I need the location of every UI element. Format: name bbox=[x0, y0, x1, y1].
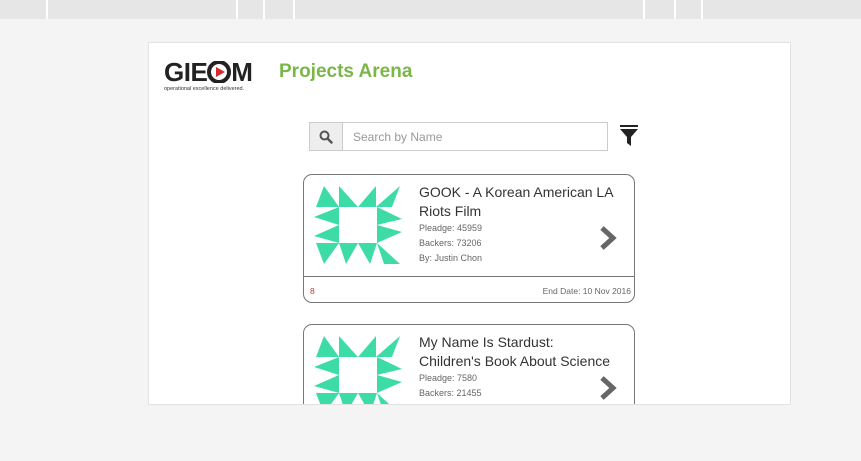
project-pledge: Pleadge: 45959 bbox=[419, 223, 483, 233]
search-input[interactable] bbox=[343, 123, 607, 150]
logo-play-icon bbox=[207, 61, 232, 83]
search-bar bbox=[309, 122, 608, 151]
project-pledge: Pleadge: 7580 bbox=[419, 373, 478, 383]
project-author: By: Justin Chon bbox=[419, 253, 483, 263]
top-bar-divider bbox=[643, 0, 645, 19]
project-thumbnail bbox=[314, 186, 402, 264]
search-icon[interactable] bbox=[310, 123, 343, 150]
top-bar-divider bbox=[293, 0, 295, 19]
top-bar-divider bbox=[701, 0, 703, 19]
chevron-right-icon[interactable] bbox=[599, 225, 617, 251]
project-end-date: End Date: 10 Nov 2016 bbox=[542, 286, 631, 296]
card-divider bbox=[304, 276, 634, 277]
project-backers: Backers: 21455 bbox=[419, 388, 482, 398]
top-bar-divider bbox=[236, 0, 238, 19]
gieom-logo[interactable]: GIE M operational excellence delivered. bbox=[164, 59, 264, 93]
top-bar-divider bbox=[263, 0, 265, 19]
project-card[interactable]: My Name Is Stardust: Children's Book Abo… bbox=[303, 324, 635, 404]
logo-wordmark: GIE M bbox=[164, 57, 253, 87]
project-count: 8 bbox=[310, 286, 315, 296]
top-bar-divider bbox=[46, 0, 48, 19]
browser-top-bar bbox=[0, 0, 861, 19]
page-title: Projects Arena bbox=[279, 61, 413, 82]
project-name: My Name Is Stardust: Children's Book Abo… bbox=[419, 334, 611, 369]
chevron-right-icon[interactable] bbox=[599, 375, 617, 401]
project-name: GOOK - A Korean American LA Riots Film bbox=[419, 184, 613, 219]
filter-icon[interactable] bbox=[620, 125, 638, 147]
top-bar-divider bbox=[674, 0, 676, 19]
project-card[interactable]: GOOK - A Korean American LA Riots Film P… bbox=[303, 174, 635, 303]
project-thumbnail bbox=[314, 336, 402, 404]
app-card: GIE M operational excellence delivered. … bbox=[148, 42, 791, 405]
project-backers: Backers: 73206 bbox=[419, 238, 482, 248]
